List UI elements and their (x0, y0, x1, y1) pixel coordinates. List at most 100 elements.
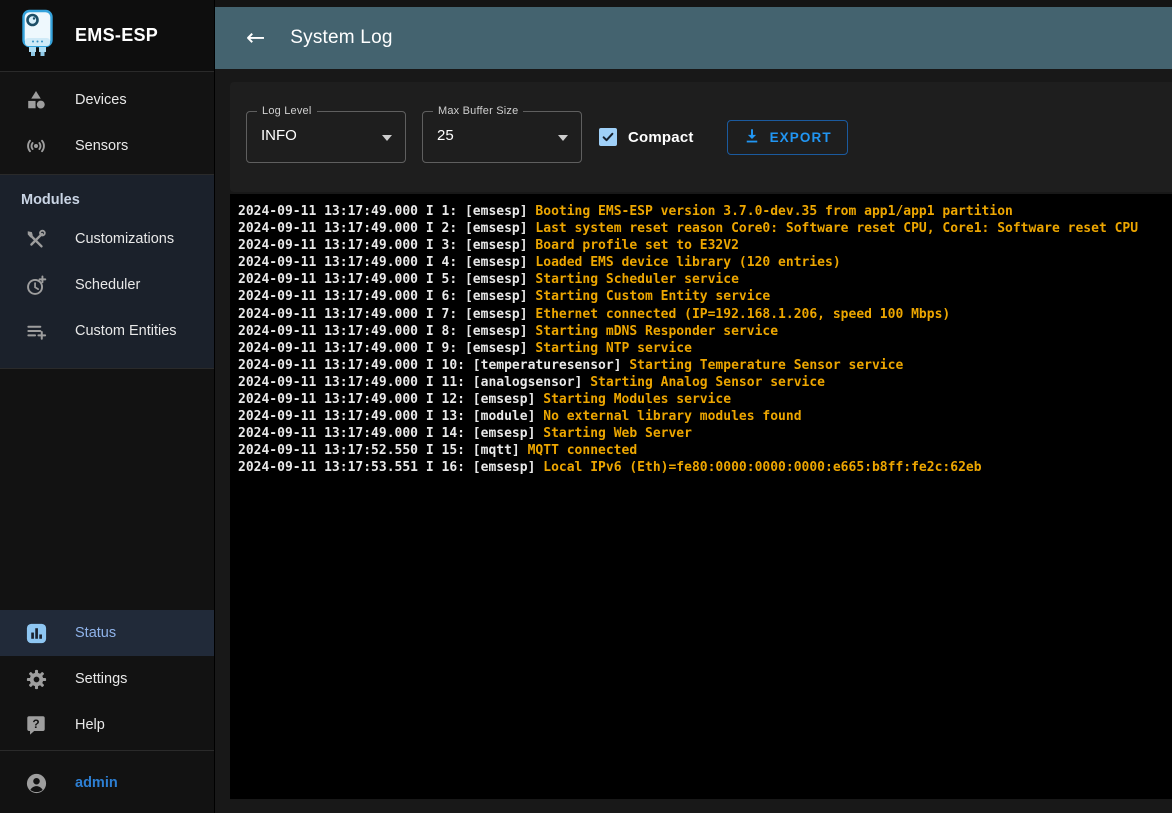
log-line: 2024-09-11 13:17:49.000 I 3: [emsesp] Bo… (238, 237, 1168, 254)
sidebar-item-customizations[interactable]: Customizations (0, 216, 214, 262)
sidebar-item-label: Custom Entities (75, 323, 177, 339)
log-line-message: No external library modules found (543, 409, 801, 424)
sidebar-item-sensors[interactable]: Sensors (0, 123, 214, 169)
tools-icon (24, 227, 48, 251)
sidebar-main-section: Devices Sensors (0, 72, 214, 175)
top-strip (215, 0, 1172, 7)
log-line-message: Starting Scheduler service (535, 272, 739, 287)
log-line-meta: 2024-09-11 13:17:49.000 I 4: [emsesp] (238, 255, 535, 270)
compact-checkbox-wrap[interactable]: Compact (599, 128, 694, 146)
chevron-down-icon (558, 135, 568, 141)
log-line: 2024-09-11 13:17:49.000 I 5: [emsesp] St… (238, 271, 1168, 288)
log-line-message: Starting Modules service (543, 392, 731, 407)
app-title: EMS-ESP (75, 25, 158, 46)
sensors-icon (24, 134, 48, 158)
sidebar: EMS-ESP Devices Sensors Modules Customiza… (0, 0, 215, 813)
max-buffer-select[interactable]: Max Buffer Size 25 (422, 111, 582, 163)
log-line: 2024-09-11 13:17:49.000 I 7: [emsesp] Et… (238, 306, 1168, 323)
sidebar-item-settings[interactable]: Settings (0, 656, 214, 702)
export-button-label: EXPORT (770, 130, 832, 145)
log-line-meta: 2024-09-11 13:17:49.000 I 1: [emsesp] (238, 204, 535, 219)
help-icon: ? (24, 713, 48, 737)
appbar: ← System Log (215, 7, 1172, 69)
log-line-meta: 2024-09-11 13:17:49.000 I 11: [analogsen… (238, 375, 590, 390)
log-line-message: MQTT connected (528, 443, 638, 458)
log-line: 2024-09-11 13:17:49.000 I 13: [module] N… (238, 408, 1168, 425)
sidebar-item-admin[interactable]: admin (0, 760, 214, 806)
log-line-meta: 2024-09-11 13:17:52.550 I 15: [mqtt] (238, 443, 528, 458)
max-buffer-label: Max Buffer Size (433, 105, 523, 117)
sidebar-item-scheduler[interactable]: Scheduler (0, 262, 214, 308)
log-line: 2024-09-11 13:17:49.000 I 8: [emsesp] St… (238, 323, 1168, 340)
sidebar-modules-section: Modules Customizations Scheduler Custom En… (0, 175, 214, 369)
ems-esp-logo-icon (19, 9, 56, 62)
app-window: EMS-ESP Devices Sensors Modules Customiza… (0, 0, 1172, 813)
sidebar-item-label: Status (75, 625, 116, 641)
log-line-message: Loaded EMS device library (120 entries) (535, 255, 840, 270)
sidebar-item-label: Sensors (75, 138, 128, 154)
back-arrow-icon[interactable]: ← (246, 27, 265, 50)
download-icon (743, 127, 761, 148)
log-level-select[interactable]: Log Level INFO (246, 111, 406, 163)
sidebar-item-help[interactable]: ?Help (0, 702, 214, 748)
sidebar-spacer (0, 369, 214, 610)
log-level-value: INFO (261, 127, 297, 144)
max-buffer-value: 25 (437, 127, 454, 144)
sidebar-item-status[interactable]: Status (0, 610, 214, 656)
log-line-meta: 2024-09-11 13:17:49.000 I 5: [emsesp] (238, 272, 535, 287)
log-line-message: Starting Web Server (543, 426, 692, 441)
log-line-meta: 2024-09-11 13:17:49.000 I 8: [emsesp] (238, 324, 535, 339)
log-line-message: Booting EMS-ESP version 3.7.0-dev.35 fro… (535, 204, 1012, 219)
svg-text:?: ? (32, 717, 39, 731)
log-line: 2024-09-11 13:17:49.000 I 11: [analogsen… (238, 374, 1168, 391)
sidebar-bottom-section: Status Settings ?Help (0, 610, 214, 748)
log-line-meta: 2024-09-11 13:17:49.000 I 12: [emsesp] (238, 392, 543, 407)
log-line: 2024-09-11 13:17:49.000 I 9: [emsesp] St… (238, 340, 1168, 357)
log-line: 2024-09-11 13:17:52.550 I 15: [mqtt] MQT… (238, 442, 1168, 459)
log-line-meta: 2024-09-11 13:17:49.000 I 9: [emsesp] (238, 341, 535, 356)
devices-category-icon (24, 88, 48, 112)
account-circle-icon (24, 771, 48, 795)
log-line-meta: 2024-09-11 13:17:49.000 I 14: [emsesp] (238, 426, 543, 441)
log-line-meta: 2024-09-11 13:17:49.000 I 10: [temperatu… (238, 358, 629, 373)
log-line-meta: 2024-09-11 13:17:49.000 I 3: [emsesp] (238, 238, 535, 253)
system-log-output[interactable]: 2024-09-11 13:17:49.000 I 1: [emsesp] Bo… (230, 194, 1172, 799)
sidebar-item-label: Settings (75, 671, 127, 687)
log-line-message: Starting mDNS Responder service (535, 324, 778, 339)
log-line: 2024-09-11 13:17:49.000 I 14: [emsesp] S… (238, 425, 1168, 442)
log-line-meta: 2024-09-11 13:17:49.000 I 7: [emsesp] (238, 307, 535, 322)
log-line-meta: 2024-09-11 13:17:53.551 I 16: [emsesp] (238, 460, 543, 475)
sidebar-item-label: Devices (75, 92, 127, 108)
sidebar-item-label: Customizations (75, 231, 174, 247)
log-line: 2024-09-11 13:17:49.000 I 10: [temperatu… (238, 357, 1168, 374)
sidebar-item-devices[interactable]: Devices (0, 77, 214, 123)
log-line: 2024-09-11 13:17:49.000 I 4: [emsesp] Lo… (238, 254, 1168, 271)
log-line-message: Last system reset reason Core0: Software… (535, 221, 1138, 236)
log-line-meta: 2024-09-11 13:17:49.000 I 6: [emsesp] (238, 289, 535, 304)
sidebar-item-custom-entities[interactable]: Custom Entities (0, 308, 214, 354)
log-line-message: Board profile set to E32V2 (535, 238, 739, 253)
playlist-add-icon (24, 319, 48, 343)
log-line-message: Starting Temperature Sensor service (629, 358, 903, 373)
log-line-message: Starting NTP service (535, 341, 692, 356)
export-button[interactable]: EXPORT (727, 120, 848, 155)
log-line-message: Starting Custom Entity service (535, 289, 770, 304)
main-area: ← System Log Log Level INFO Max Buffer S… (215, 0, 1172, 813)
compact-checkbox[interactable] (599, 128, 617, 146)
user-section: admin (0, 750, 214, 813)
sidebar-item-label: Scheduler (75, 277, 140, 293)
chevron-down-icon (382, 135, 392, 141)
modules-section-header: Modules (0, 175, 214, 216)
log-line-message: Local IPv6 (Eth)=fe80:0000:0000:0000:e66… (543, 460, 981, 475)
log-line: 2024-09-11 13:17:53.551 I 16: [emsesp] L… (238, 459, 1168, 476)
page-title: System Log (290, 27, 392, 49)
schedule-add-icon (24, 273, 48, 297)
logo-header: EMS-ESP (0, 0, 214, 72)
gear-icon (24, 667, 48, 691)
log-line-message: Starting Analog Sensor service (590, 375, 825, 390)
admin-user-label: admin (75, 775, 118, 791)
log-line: 2024-09-11 13:17:49.000 I 1: [emsesp] Bo… (238, 203, 1168, 220)
log-line: 2024-09-11 13:17:49.000 I 6: [emsesp] St… (238, 288, 1168, 305)
log-line-message: Ethernet connected (IP=192.168.1.206, sp… (535, 307, 950, 322)
log-line: 2024-09-11 13:17:49.000 I 12: [emsesp] S… (238, 391, 1168, 408)
